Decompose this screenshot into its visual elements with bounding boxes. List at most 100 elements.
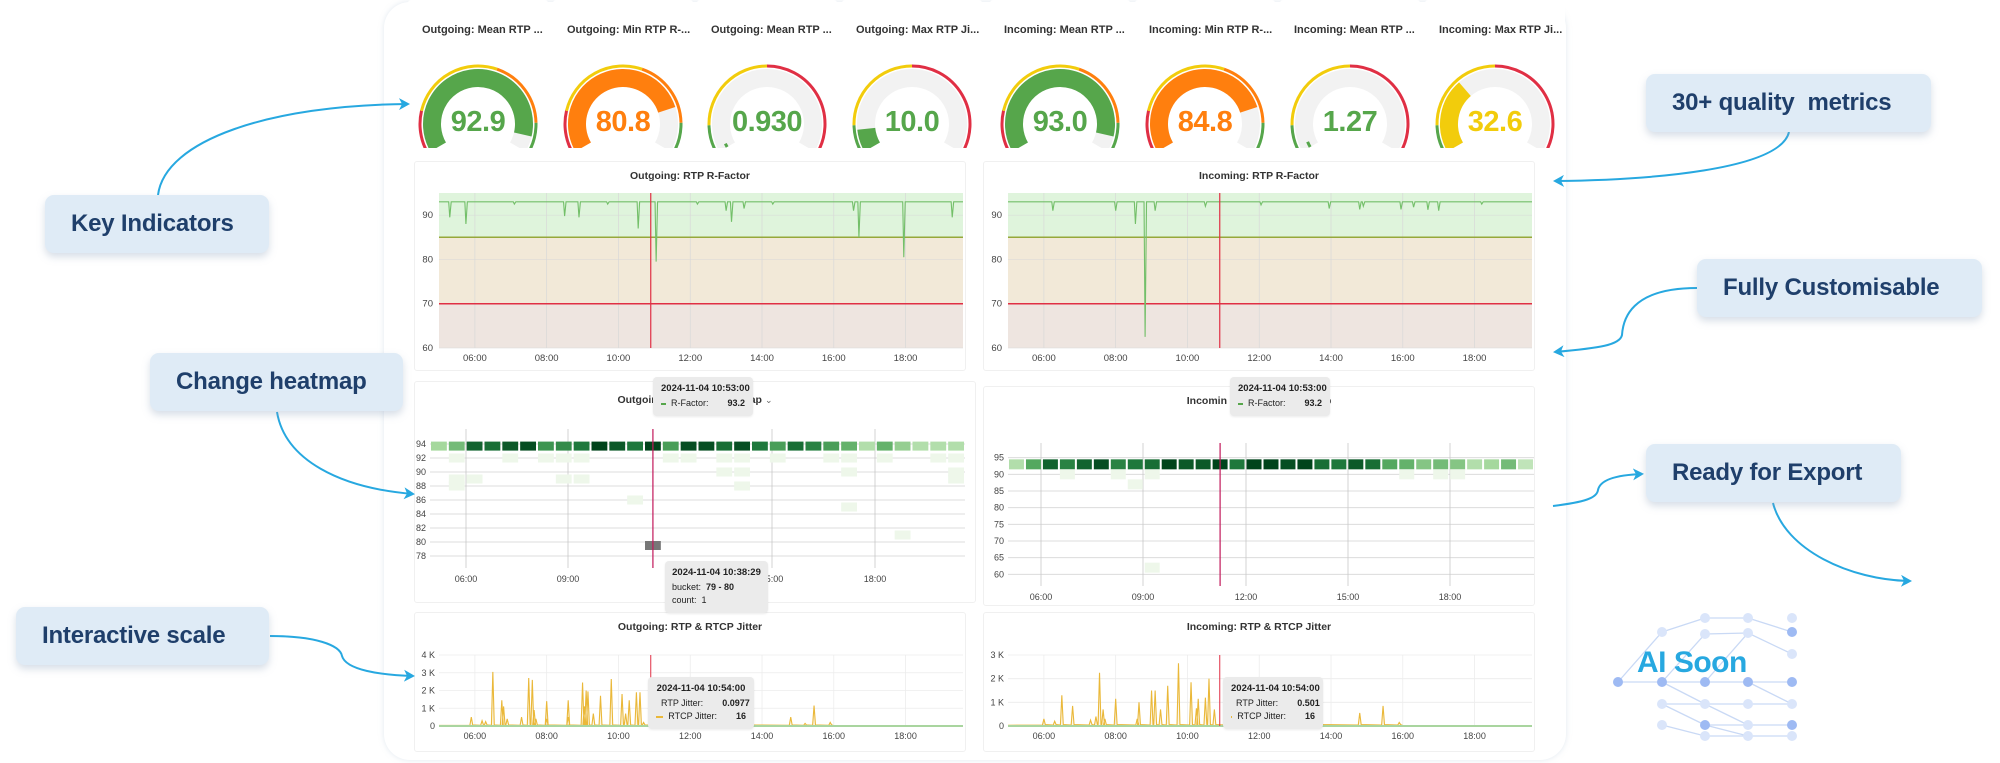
tooltip-label: R-Factor: xyxy=(1247,398,1286,408)
heatmap-cell xyxy=(627,495,643,505)
heatmap-cell xyxy=(662,441,679,451)
incoming-heatmap-panel[interactable]: Incominap 606570758085909506:0009:0012:0… xyxy=(983,386,1535,606)
heatmap-cell xyxy=(1484,459,1500,470)
heatmap-cell xyxy=(1297,459,1313,470)
arrow-key-indicators xyxy=(157,98,410,196)
heatmap-bucket-tooltip: 2024-11-04 10:38:29 bucket: 79 - 80 count… xyxy=(665,561,768,613)
network-link xyxy=(1747,632,1793,655)
tooltip-value: 16 xyxy=(1304,711,1315,721)
heatmap-cell xyxy=(1331,459,1347,470)
x-tick-label: 06:00 xyxy=(1033,731,1056,741)
heatmap-cell xyxy=(609,441,626,451)
gauge-value-arc xyxy=(724,142,729,148)
legend-swatch xyxy=(656,715,664,718)
heatmap-cell xyxy=(1059,459,1075,470)
heatmap-cell xyxy=(1110,459,1126,470)
x-tick-label: 09:00 xyxy=(1132,592,1155,602)
heatmap-cell xyxy=(538,441,554,451)
x-tick-label: 10:00 xyxy=(1176,731,1199,741)
heatmap-cell xyxy=(1314,459,1330,470)
network-node xyxy=(1657,699,1667,709)
heatmap-cell xyxy=(948,453,964,463)
heatmap-cell xyxy=(769,441,786,451)
heatmap-cell xyxy=(1263,459,1279,470)
network-link xyxy=(1704,724,1749,737)
heatmap-cell xyxy=(716,453,733,463)
y-tick-label: 78 xyxy=(416,551,426,561)
x-tick-label: 18:00 xyxy=(1439,592,1462,602)
y-tick-label: 1 K xyxy=(990,697,1004,707)
heatmap-cell xyxy=(1382,459,1398,470)
x-tick-label: 16:00 xyxy=(822,353,846,364)
heatmap-cell xyxy=(769,453,786,463)
outgoing-rfactor-panel[interactable]: Outgoing: RTP R-Factor 06:00 08:00 10:00 12… xyxy=(414,161,966,371)
arrow-fully-customisable xyxy=(1553,287,1698,358)
tooltip-value: 0.501 xyxy=(1297,698,1320,708)
tooltip-value: 93.2 xyxy=(727,398,745,408)
heatmap-cell xyxy=(1433,459,1449,470)
incoming-rfactor-chart[interactable]: 06:00 08:00 10:00 12:00 14:00 16:00 18:00 60 70 8… xyxy=(984,162,1536,372)
stat-gauge-panel[interactable]: Incoming: Min RTP R-... 84.8 xyxy=(1135,0,1275,152)
callout-label: 30+ quality metrics xyxy=(1672,89,1892,116)
x-tick-label: 06:00 xyxy=(455,574,478,584)
heatmap-cell xyxy=(841,502,857,512)
tooltip-time: 2024-11-04 10:54:00 xyxy=(1231,683,1320,694)
stat-title: Incoming: Max RTP Ji... xyxy=(1439,24,1563,36)
callout-ready-for-export: Ready for Export xyxy=(1646,444,1901,502)
stat-gauge-panel[interactable]: Outgoing: Min RTP R-... 80.8 xyxy=(553,0,693,152)
network-node xyxy=(1700,720,1710,730)
x-tick-label: 16:00 xyxy=(1391,353,1415,364)
callout-label: Key Indicators xyxy=(71,210,234,237)
heatmap-hover-tooltip: 2024-11-04 10:53:00 R-Factor: 93.2 xyxy=(1230,377,1330,416)
heatmap-cell xyxy=(466,441,483,451)
x-tick-label: 06:00 xyxy=(463,353,487,364)
tooltip-value: 16 xyxy=(735,711,746,721)
heatmap-cell xyxy=(502,453,519,463)
tooltip-value: 93.2 xyxy=(1304,398,1322,408)
heatmap-cell xyxy=(466,474,483,484)
heatmap-cell xyxy=(930,453,947,463)
network-link xyxy=(1661,703,1706,726)
x-tick-label: 10:00 xyxy=(607,353,631,364)
y-tick-label: 80 xyxy=(416,537,426,547)
heatmap-cell xyxy=(1416,459,1432,470)
heatmap-cell xyxy=(1110,469,1126,480)
stat-gauge-panel[interactable]: Incoming: Mean RTP ... 93.0 xyxy=(990,0,1130,152)
stat-gauge-panel[interactable]: Incoming: Max RTP Ji... 32.6 xyxy=(1425,0,1565,152)
network-node xyxy=(1787,649,1797,659)
heatmap-cell xyxy=(627,441,643,451)
incoming-rfactor-panel[interactable]: Incoming: RTP R-Factor 06:00 08:00 10:00 12… xyxy=(983,161,1535,371)
callout-label: Fully Customisable xyxy=(1723,274,1940,301)
network-link xyxy=(1661,681,1706,705)
heatmap-cell xyxy=(948,474,964,484)
incoming-heatmap-chart[interactable]: 60 65 70 75 80 85 90 95 06:00 09:00 12:00 15:00 18:0… xyxy=(984,387,1536,607)
heatmap-cell xyxy=(1399,459,1415,470)
y-tick-label: 84 xyxy=(416,509,426,519)
network-node xyxy=(1613,677,1623,687)
heatmap-cell xyxy=(1009,459,1024,470)
y-tick-label: 2 K xyxy=(421,686,435,696)
outgoing-rfactor-chart[interactable]: 06:00 08:00 10:00 12:00 14:00 16:00 18:00 60 70 8… xyxy=(415,162,967,372)
heatmap-cell xyxy=(841,467,857,477)
stat-gauge-panel[interactable]: Outgoing: Mean RTP ... 0.930 xyxy=(697,0,837,152)
stat-gauge-panel[interactable]: Incoming: Mean RTP ... 1.27 xyxy=(1280,0,1420,152)
callout-interactive-scale: Interactive scale xyxy=(16,607,269,665)
y-tick-label: 70 xyxy=(994,536,1004,546)
band-bad xyxy=(1008,303,1532,348)
heatmap-cell xyxy=(1501,459,1517,470)
heatmap-cell xyxy=(555,453,572,463)
heatmap-cell xyxy=(823,453,840,463)
heatmap-cell xyxy=(448,441,465,451)
stat-gauge-panel[interactable]: Outgoing: Max RTP Ji... 10.0 xyxy=(842,0,982,152)
network-node xyxy=(1787,699,1797,709)
stat-title: Outgoing: Min RTP R-... xyxy=(567,24,691,36)
network-node xyxy=(1743,613,1753,623)
network-link xyxy=(1704,632,1749,635)
heatmap-cell xyxy=(1059,469,1075,480)
heatmap-cell xyxy=(1518,459,1533,470)
stat-value: 92.9 xyxy=(450,106,506,138)
heatmap-cell xyxy=(1144,469,1160,480)
stat-value: 1.27 xyxy=(1322,106,1378,138)
x-tick-label: 09:00 xyxy=(557,574,580,584)
stat-gauge-panel[interactable]: Outgoing: Mean RTP ... 92.9 xyxy=(408,0,548,152)
